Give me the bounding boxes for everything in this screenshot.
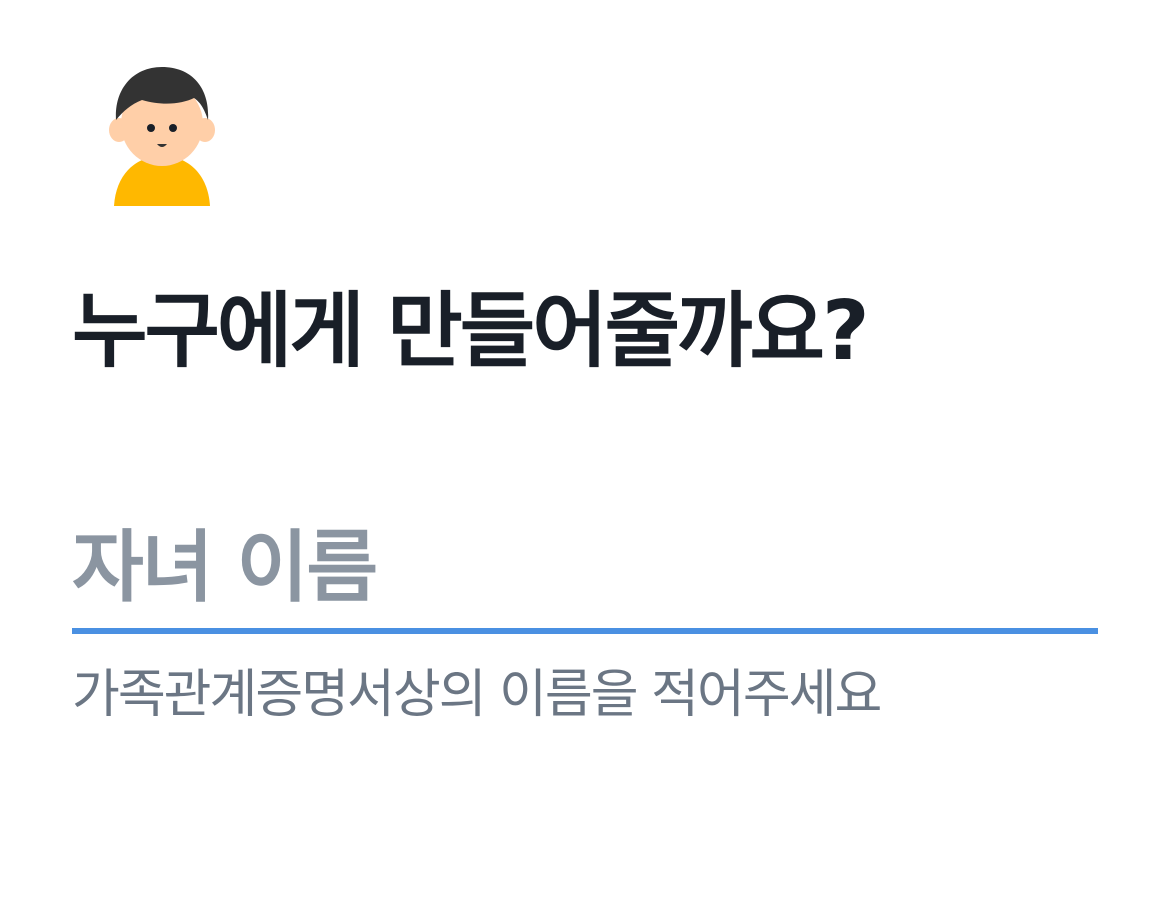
child-name-field[interactable] [72, 508, 1098, 634]
input-focus-underline [72, 628, 1098, 634]
screen: 누구에게 만들어줄까요? 가족관계증명서상의 이름을 적어주세요 [0, 0, 1170, 909]
child-name-helper-text: 가족관계증명서상의 이름을 적어주세요 [72, 665, 882, 725]
page-title: 누구에게 만들어줄까요? [72, 284, 870, 379]
child-name-input[interactable] [72, 508, 1098, 628]
child-avatar-icon [104, 62, 220, 208]
